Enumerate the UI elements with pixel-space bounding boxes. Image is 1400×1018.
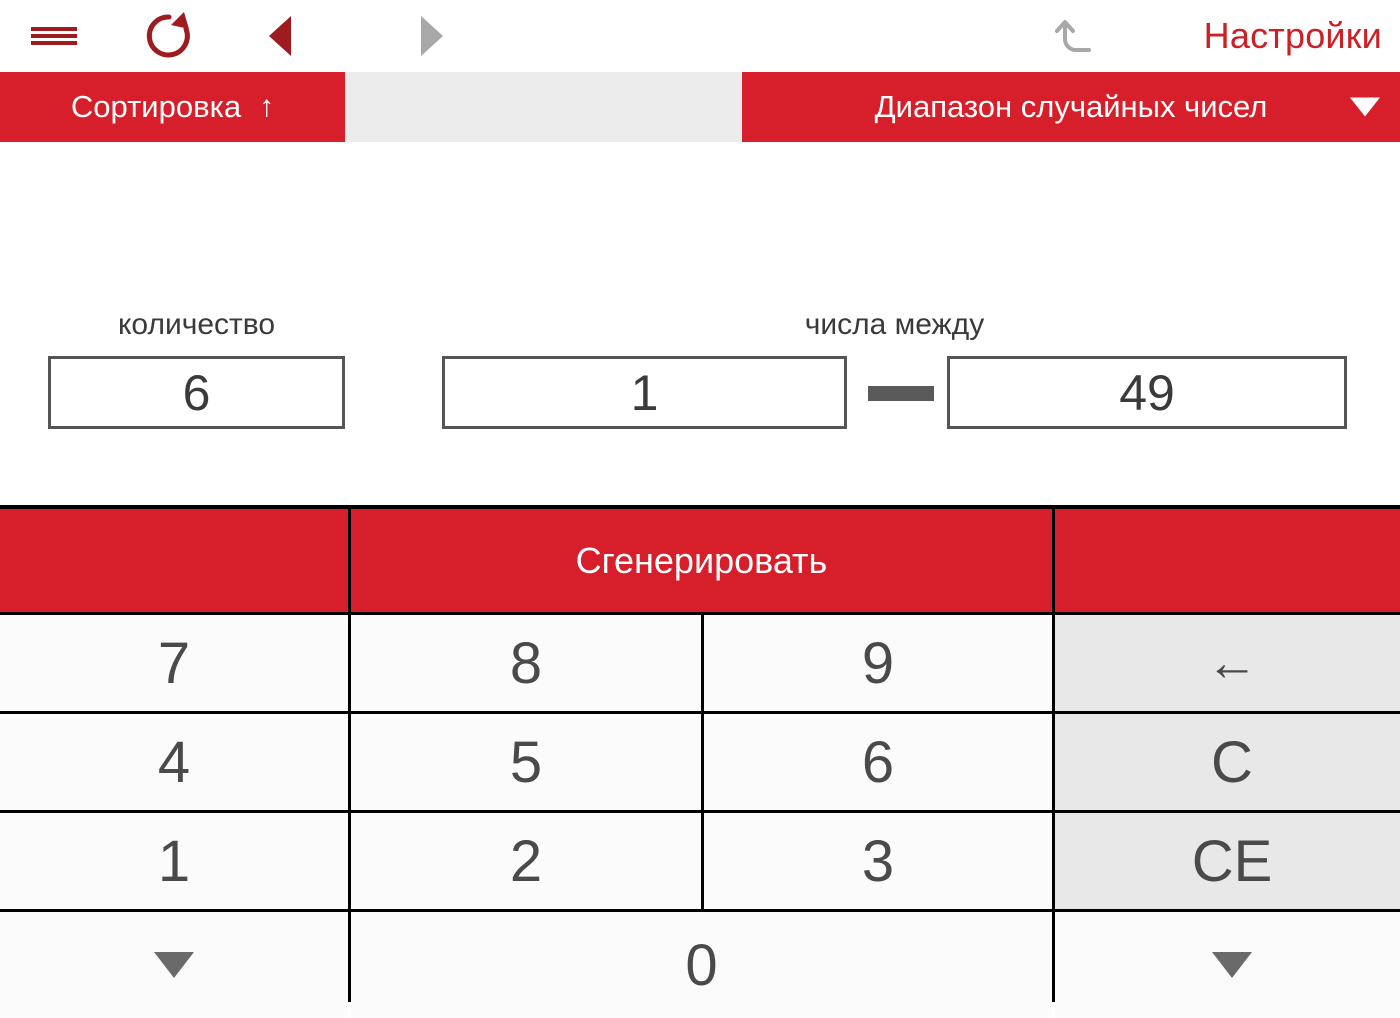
hamburger-icon (31, 24, 77, 48)
settings-label: Настройки (1203, 15, 1382, 56)
max-input[interactable]: 49 (947, 356, 1347, 429)
range-mode-label: Диапазон случайных чисел (874, 89, 1268, 124)
min-input[interactable]: 1 (442, 356, 847, 429)
nav-forward-icon (421, 16, 443, 56)
key-3[interactable]: 3 (704, 813, 1052, 909)
backspace-key[interactable]: ← (1055, 615, 1400, 711)
count-input[interactable]: 6 (48, 356, 345, 429)
count-field-label: количество (117, 308, 276, 341)
key-1[interactable]: 1 (0, 813, 348, 909)
generate-row-right-spacer[interactable] (1055, 509, 1400, 612)
sort-ascending-icon: ↑ (259, 90, 275, 123)
generate-button[interactable]: Сгенерировать (351, 509, 1052, 612)
generate-row-left-spacer[interactable] (0, 509, 348, 612)
nav-back-icon (269, 16, 291, 56)
clear-key[interactable]: C (1055, 714, 1400, 810)
chevron-down-icon (1350, 97, 1380, 117)
between-field-label: числа между (804, 308, 985, 341)
range-separator-dash (868, 386, 934, 401)
mode-bar: Сортировка ↑ Диапазон случайных чисел (0, 72, 1400, 142)
undo-icon (1055, 20, 1091, 52)
menu-button[interactable] (22, 0, 86, 72)
settings-button[interactable]: Настройки (1204, 0, 1382, 72)
backspace-icon: ← (1206, 634, 1258, 692)
top-toolbar: Настройки (0, 0, 1400, 72)
key-6[interactable]: 6 (704, 714, 1052, 810)
undo-button[interactable] (1040, 0, 1116, 72)
scroll-down-left-key[interactable] (0, 912, 348, 1018)
sort-label: Сортировка (70, 89, 242, 124)
nav-back-button[interactable] (244, 0, 316, 72)
scroll-down-right-key[interactable] (1055, 912, 1400, 1018)
key-7[interactable]: 7 (0, 615, 348, 711)
parameters-panel: количество 6 числа между 1 49 (0, 142, 1400, 429)
key-9[interactable]: 9 (704, 615, 1052, 711)
range-mode-dropdown[interactable]: Диапазон случайных чисел (742, 72, 1400, 142)
key-2[interactable]: 2 (351, 813, 701, 909)
sort-button[interactable]: Сортировка ↑ (0, 72, 345, 142)
chevron-down-icon (154, 952, 194, 978)
key-0[interactable]: 0 (351, 912, 1052, 1018)
key-4[interactable]: 4 (0, 714, 348, 810)
reload-icon (146, 12, 190, 58)
reload-button[interactable] (132, 0, 206, 72)
key-8[interactable]: 8 (351, 615, 701, 711)
chevron-down-icon (1212, 952, 1252, 978)
clear-entry-key[interactable]: CE (1055, 813, 1400, 909)
key-5[interactable]: 5 (351, 714, 701, 810)
keypad: Сгенерировать 7 8 9 ← 4 5 6 C 1 2 3 CE 0 (0, 505, 1400, 1018)
nav-forward-button[interactable] (396, 0, 468, 72)
